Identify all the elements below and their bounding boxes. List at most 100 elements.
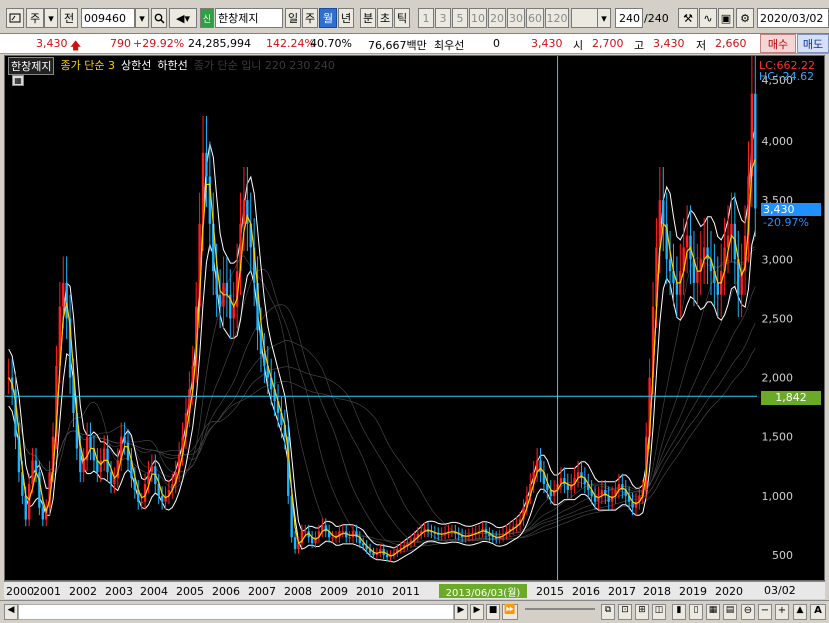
market-dropdown-icon[interactable]: ▾	[44, 8, 58, 28]
window-icon[interactable]: ◫	[652, 604, 666, 620]
candle-body	[215, 271, 218, 295]
interval-10[interactable]: 10	[469, 8, 487, 28]
candle-body	[140, 501, 143, 503]
sell-button[interactable]: 매도	[797, 34, 829, 53]
font-icon[interactable]: A	[810, 604, 826, 620]
interval-60[interactable]: 60	[526, 8, 544, 28]
candle-body	[27, 484, 31, 520]
period-year[interactable]: 년	[338, 8, 354, 28]
legend-stock-name[interactable]: 한창제지	[8, 57, 55, 75]
volume-ratio: 142.24%	[266, 37, 315, 50]
interval-20[interactable]: 20	[488, 8, 506, 28]
x-year-label: 2020	[715, 585, 743, 598]
period-second[interactable]: 초	[377, 8, 393, 28]
interval-3[interactable]: 3	[435, 8, 451, 28]
candle-body	[706, 247, 709, 260]
y-tick-label: 1,500	[762, 431, 794, 444]
new-badge: 신	[200, 8, 214, 28]
x-year-label: 2000	[6, 585, 34, 598]
layout-icon[interactable]: ⧉	[601, 604, 615, 620]
y-tick-label: 3,000	[762, 253, 794, 266]
period-week[interactable]: 주	[302, 8, 318, 28]
zoom-plus-icon[interactable]: +	[775, 604, 789, 620]
prev-button[interactable]: 전	[60, 8, 78, 28]
zoom-out-icon[interactable]: ⊖	[741, 604, 755, 620]
speed-slider[interactable]	[525, 608, 595, 614]
interval-30[interactable]: 30	[507, 8, 525, 28]
up-arrow-icon: 🡅	[70, 39, 82, 52]
gear-icon[interactable]: ⚙	[736, 8, 754, 28]
candle-body	[304, 531, 307, 533]
x-year-label: 2001	[33, 585, 61, 598]
save-icon[interactable]: ▣	[718, 8, 734, 28]
legend-lower[interactable]: 하한선	[157, 57, 187, 75]
interval-5[interactable]: 5	[452, 8, 468, 28]
low-label: 저	[696, 39, 707, 52]
period-day[interactable]: 일	[285, 8, 301, 28]
candle-body	[331, 537, 334, 539]
candle-body	[160, 495, 164, 502]
open-value: 2,700	[592, 37, 624, 50]
interval-dropdown-icon[interactable]: ▾	[597, 8, 611, 28]
trade-amount: 76,667백만	[368, 39, 427, 52]
candle-body	[205, 152, 208, 177]
candle-body	[65, 282, 68, 319]
candle-body	[225, 282, 229, 295]
candle-body	[89, 436, 92, 449]
period-month[interactable]: 월	[319, 8, 337, 28]
market-select[interactable]: 주	[26, 8, 44, 28]
chart-switch-icon[interactable]: ▤	[723, 604, 737, 620]
line-icon[interactable]: ▯	[689, 604, 703, 620]
stop-icon[interactable]: ■	[486, 604, 500, 620]
date-input[interactable]: 2020/03/02	[757, 8, 829, 28]
scroll-left-icon[interactable]: ◀	[4, 604, 18, 620]
x-year-label: 2017	[608, 585, 636, 598]
candle-body	[662, 200, 665, 224]
bars-icon[interactable]: ▮	[672, 604, 686, 620]
candle-body	[293, 537, 297, 550]
copy-icon[interactable]: ⊡	[618, 604, 632, 620]
search-icon[interactable]	[151, 8, 167, 28]
legend-ma[interactable]: 종가 단순 3	[60, 57, 114, 75]
tools-icon[interactable]: ⚒	[678, 8, 698, 28]
price-chart[interactable]: 4,000 3,500 3,000 2,500 2,000 1,500 1,000 500 4,…	[4, 55, 825, 581]
x-year-label: 2006	[212, 585, 240, 598]
stock-name-field[interactable]: 한창제지	[215, 8, 283, 28]
scroll-right-icon[interactable]: ▶	[454, 604, 468, 620]
long-ma-line	[8, 286, 756, 543]
period-tick[interactable]: 틱	[394, 8, 410, 28]
low-value: 2,660	[715, 37, 747, 50]
candle-body	[150, 466, 154, 473]
candle-body	[716, 282, 719, 295]
hc-label: HC:-24.62	[759, 70, 815, 83]
zoom-minus-icon[interactable]: −	[758, 604, 772, 620]
candle-body	[102, 448, 106, 461]
stock-code-input[interactable]: 009460	[81, 8, 135, 28]
grid-toggle-icon[interactable]: ▦	[706, 604, 720, 620]
period-minute[interactable]: 분	[360, 8, 376, 28]
interval-120[interactable]: 120	[545, 8, 569, 28]
buy-button[interactable]: 매수	[760, 34, 796, 53]
fast-forward-icon[interactable]: ⏩	[502, 604, 518, 620]
up-icon[interactable]: ▲	[793, 604, 807, 620]
x-year-label: 2009	[320, 585, 348, 598]
time-axis: 2000 2001 2002 2003 2004 2005 2006 2007 2008 2009…	[4, 581, 825, 599]
indicator-icon[interactable]: ∿	[699, 8, 717, 28]
chart-type-icon[interactable]	[6, 8, 24, 28]
legend-upper[interactable]: 상한선	[121, 57, 151, 75]
compare-icon[interactable]: ⊞	[635, 604, 649, 620]
candle-body	[41, 507, 44, 520]
scrollbar-track[interactable]	[18, 604, 454, 620]
count-input[interactable]: 240	[615, 8, 643, 28]
sound-icon[interactable]: ◀▾	[169, 8, 197, 28]
code-dropdown-icon[interactable]: ▾	[135, 8, 149, 28]
interval-1[interactable]: 1	[418, 8, 434, 28]
ma-3-line	[8, 159, 756, 557]
high-label: 고	[634, 39, 645, 52]
play-icon[interactable]: ▶	[470, 604, 484, 620]
grid-icon[interactable]: ▦	[12, 75, 24, 86]
legend-faded: 종가 단순 입니 220 230 240	[193, 59, 335, 72]
y-tick-label: 1,000	[762, 490, 794, 503]
candle-body	[696, 271, 699, 283]
candle-body	[31, 460, 34, 485]
